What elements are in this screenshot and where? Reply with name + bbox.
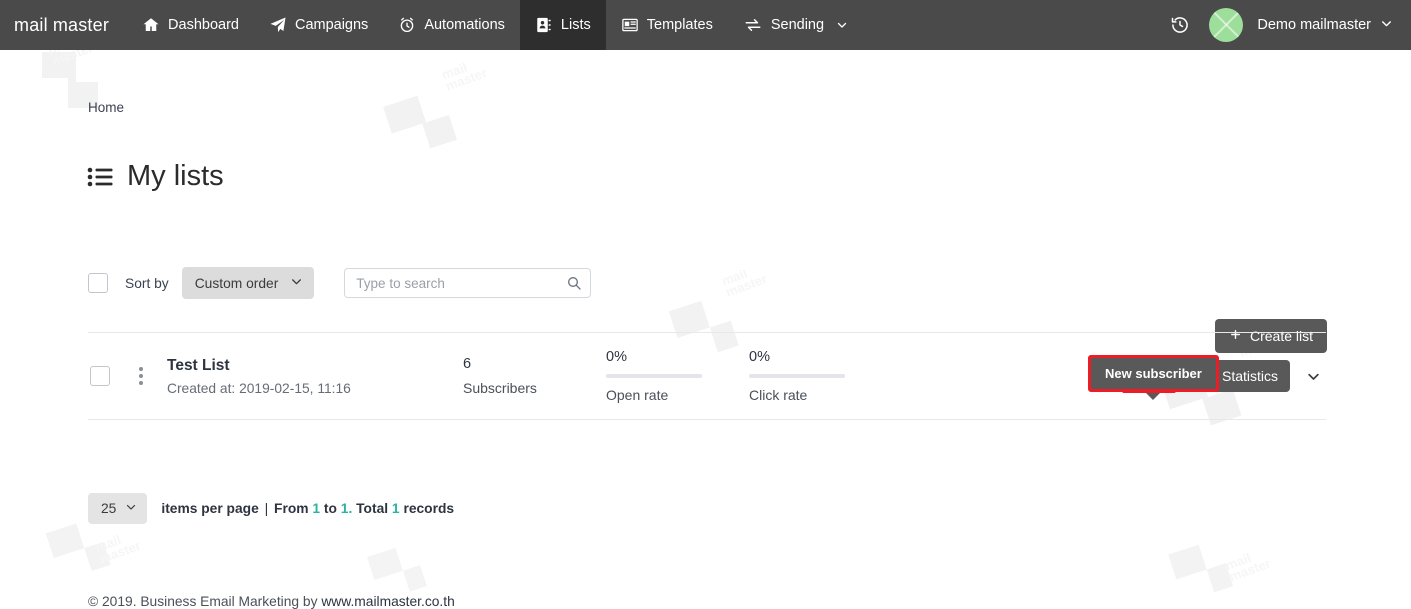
nav-item-sending[interactable]: Sending	[728, 0, 863, 50]
row-select-checkbox[interactable]	[90, 366, 110, 386]
paper-plane-icon	[269, 16, 287, 34]
pagination-separator: |	[265, 501, 269, 516]
tooltip-text: New subscriber	[1105, 366, 1202, 381]
nav-label-lists: Lists	[561, 17, 591, 33]
list-toolbar: Sort by Custom order	[88, 267, 591, 299]
row-expand-chevron-down-icon[interactable]	[1300, 363, 1326, 389]
avatar[interactable]	[1209, 8, 1243, 42]
click-rate-label: Click rate	[749, 387, 892, 403]
nav-label-templates: Templates	[647, 17, 713, 33]
pagination-from-value: 1	[312, 501, 320, 516]
pagination-total-word: Total	[356, 501, 388, 516]
list-created-date: Created at: 2019-02-15, 11:16	[167, 381, 463, 396]
chevron-down-icon	[125, 501, 137, 516]
svg-text:master: master	[97, 538, 142, 567]
pagination-records-word: records	[403, 501, 454, 516]
nav-items: Dashboard Campaigns Automations	[127, 0, 863, 50]
click-rate-progress-bar	[749, 374, 845, 378]
svg-text:master: master	[444, 65, 489, 94]
pagination-to-word: to	[324, 501, 337, 516]
page-title: My lists	[87, 160, 224, 193]
pagination-to-value: 1.	[341, 501, 353, 516]
address-book-icon	[535, 16, 553, 34]
click-rate-value: 0%	[749, 349, 892, 365]
select-all-checkbox[interactable]	[88, 273, 108, 293]
items-per-page-select[interactable]: 25	[88, 493, 147, 524]
sort-order-value: Custom order	[195, 276, 279, 291]
click-rate-cell: 0% Click rate	[749, 349, 892, 403]
svg-text:mail: mail	[93, 532, 123, 555]
breadcrumb-home[interactable]: Home	[88, 100, 124, 115]
pagination-total-value: 1	[392, 501, 400, 516]
template-icon	[621, 16, 639, 34]
nav-item-automations[interactable]: Automations	[383, 0, 520, 50]
alarm-clock-icon	[398, 16, 416, 34]
list-icon	[87, 165, 113, 189]
tooltip-arrow	[1146, 393, 1160, 400]
search-icon[interactable]	[566, 275, 582, 291]
svg-text:mail: mail	[720, 270, 750, 288]
chevron-down-icon	[1380, 17, 1393, 34]
nav-item-dashboard[interactable]: Dashboard	[127, 0, 254, 50]
watermark-logo: mailmaster	[370, 60, 540, 190]
nav-item-lists[interactable]: Lists	[520, 0, 606, 50]
watermark-logo: mailmaster	[1160, 520, 1320, 599]
brand-logo[interactable]: mail master	[0, 0, 127, 50]
sort-order-select[interactable]: Custom order	[182, 267, 315, 299]
list-name-cell: Test List Created at: 2019-02-15, 11:16	[167, 357, 463, 396]
footer-text: © 2019. Business Email Marketing by	[88, 594, 321, 609]
subscribers-label: Subscribers	[463, 380, 606, 396]
open-rate-progress-bar	[606, 374, 702, 378]
pagination-info: items per page | From 1 to 1. Total 1 re…	[161, 501, 454, 516]
nav-label-campaigns: Campaigns	[295, 17, 368, 33]
nav-item-campaigns[interactable]: Campaigns	[254, 0, 383, 50]
items-per-page-value: 25	[101, 501, 116, 516]
nav-label-automations: Automations	[424, 17, 505, 33]
nav-item-templates[interactable]: Templates	[606, 0, 728, 50]
chevron-down-icon	[836, 19, 848, 31]
pagination: 25 items per page | From 1 to 1. Total 1…	[88, 493, 454, 524]
sort-by-label: Sort by	[125, 276, 169, 291]
list-name[interactable]: Test List	[167, 357, 463, 375]
footer-link[interactable]: www.mailmaster.co.th	[321, 594, 454, 609]
open-rate-value: 0%	[606, 349, 749, 365]
open-rate-cell: 0% Open rate	[606, 349, 749, 403]
open-rate-label: Open rate	[606, 387, 749, 403]
items-per-page-label: items per page	[161, 501, 258, 516]
user-menu[interactable]: Demo mailmaster	[1257, 17, 1393, 34]
transfer-icon	[743, 16, 763, 34]
svg-text:mail: mail	[440, 60, 470, 82]
user-name-label: Demo mailmaster	[1257, 17, 1371, 33]
home-icon	[142, 16, 160, 34]
watermark-logo: mailmaster	[28, 42, 148, 142]
page-title-text: My lists	[127, 160, 224, 193]
new-subscriber-tooltip: New subscriber	[1088, 355, 1219, 392]
subscribers-count: 6	[463, 356, 606, 372]
nav-right-section: Demo mailmaster	[1165, 0, 1411, 50]
subscribers-cell: 6 Subscribers	[463, 356, 606, 396]
footer: © 2019. Business Email Marketing by www.…	[88, 594, 455, 609]
nav-label-sending: Sending	[771, 17, 824, 33]
svg-text:mail: mail	[1223, 550, 1253, 573]
more-vertical-icon[interactable]	[127, 367, 155, 385]
brand-text-mail: mail	[14, 15, 48, 36]
svg-text:master: master	[724, 271, 769, 300]
watermark-logo	[360, 520, 510, 599]
search-box	[344, 268, 591, 298]
chevron-down-icon	[290, 275, 303, 291]
statistics-label: Statistics	[1222, 368, 1278, 384]
breadcrumb: Home	[88, 100, 124, 115]
pagination-from-word: From	[274, 501, 309, 516]
clock-rewind-icon[interactable]	[1165, 10, 1195, 40]
search-input[interactable]	[344, 268, 591, 298]
top-navigation-bar: mail master Dashboard Campaigns Automati…	[0, 0, 1411, 50]
nav-label-dashboard: Dashboard	[168, 17, 239, 33]
svg-text:master: master	[1227, 556, 1272, 585]
brand-text-master: master	[53, 15, 109, 36]
